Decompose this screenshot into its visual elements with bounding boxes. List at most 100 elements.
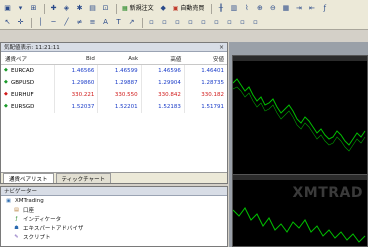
channel-icon[interactable]: ≠	[74, 17, 85, 28]
price-series	[233, 207, 366, 243]
high-cell: 1.46596	[140, 64, 185, 77]
vertical-line-icon[interactable]: │	[35, 17, 46, 28]
symbol-label: EURHUF	[11, 92, 34, 98]
low-cell: 330.182	[183, 89, 227, 101]
market-watch-icon[interactable]: ✚	[48, 3, 59, 14]
terminal-icon[interactable]: ▤	[87, 3, 98, 14]
autotrade-icon: ▣	[172, 4, 179, 12]
autoscroll-icon[interactable]: ⇥	[293, 3, 304, 14]
new-order-button[interactable]: ▦ 新規注文	[120, 3, 156, 14]
label-tool-icon[interactable]: T	[113, 17, 124, 28]
chart-window[interactable]: 16 Sep 2019 20 Sep 06:00 1 Oct 16:00 10 …	[232, 55, 368, 183]
nav-item-expert-advisors[interactable]: ☗ エキスパートアドバイザ	[1, 223, 227, 232]
table-row[interactable]: ◆ GBPUSD 1.29860 1.29887 1.29904 1.28735	[1, 77, 227, 89]
symbol-up-icon: ◆	[4, 67, 8, 73]
nav-item-indicators[interactable]: ƒ インディケータ	[1, 214, 227, 223]
text-tool-icon[interactable]: A	[100, 17, 111, 28]
accounts-icon: ▤	[14, 206, 19, 213]
arrow-tool-icon[interactable]: ↗	[126, 17, 137, 28]
ask-cell: 330.550	[97, 89, 142, 101]
close-icon[interactable]: ×	[219, 44, 224, 51]
low-cell: 1.46401	[183, 64, 227, 77]
symbol-down-icon: ◆	[4, 91, 8, 97]
chart-workspace: 16 Sep 2019 20 Sep 06:00 1 Oct 16:00 10 …	[229, 42, 368, 247]
line-chart-icon[interactable]: ⌇	[241, 3, 252, 14]
period-m1-icon[interactable]: ▫	[146, 17, 157, 28]
market-watch-tabs: 通貨ペアリスト ティックチャート	[1, 172, 227, 183]
indicators-icon[interactable]: ƒ	[319, 3, 330, 14]
expert-icon: ☗	[14, 224, 19, 231]
period-mn-icon[interactable]: ▫	[250, 17, 261, 28]
period-h1-icon[interactable]: ▫	[198, 17, 209, 28]
nav-item-label: XMTrading	[15, 197, 44, 204]
candlestick-chart[interactable]	[233, 180, 367, 246]
low-cell: 1.51791	[183, 101, 227, 113]
bid-cell: 1.52037	[54, 101, 98, 113]
navigator-icon[interactable]: ✱	[74, 3, 85, 14]
symbol-cell: ◆ EURCAD	[1, 65, 55, 78]
nav-item-label: スクリプト	[23, 234, 51, 241]
zoom-in-icon[interactable]: ⊕	[254, 3, 265, 14]
column-header-ask[interactable]: Ask	[97, 54, 142, 65]
symbol-label: EURCAD	[11, 68, 34, 74]
toolbar: ▣ ▾ ⊞ ✚ ◈ ✱ ▤ ⊡ ▦ 新規注文 ◆ ▣ 自動売買 ╫ ▥ ⌇ ⊕ …	[0, 0, 368, 30]
symbol-cell: ◆ EURHUF	[1, 89, 55, 101]
period-d1-icon[interactable]: ▫	[224, 17, 235, 28]
tile-windows-icon[interactable]: ▦	[280, 3, 291, 14]
candlestick-chart[interactable]	[233, 61, 367, 169]
period-w1-icon[interactable]: ▫	[237, 17, 248, 28]
chart-window[interactable]: XMTRAD	[232, 174, 368, 247]
chart-shift-icon[interactable]: ⇤	[306, 3, 317, 14]
horizontal-line-icon[interactable]: ─	[48, 17, 59, 28]
new-chart-icon[interactable]: ▣	[2, 3, 13, 14]
autotrade-label: 自動売買	[180, 4, 205, 12]
tab-tick-chart[interactable]: ティックチャート	[55, 173, 112, 183]
nav-item-broker[interactable]: ▣ XMTrading	[1, 196, 227, 205]
ask-cell: 1.29887	[97, 77, 142, 89]
candle-chart-icon[interactable]: ▥	[228, 3, 239, 14]
bar-chart-icon[interactable]: ╫	[215, 3, 226, 14]
autotrade-button[interactable]: ▣ 自動売買	[171, 3, 207, 14]
new-order-icon: ▦	[122, 4, 128, 12]
toolbar-separator	[31, 17, 32, 28]
navigator-panel: ナビゲーター ▣ XMTrading ▤ 口座 ƒ インディケータ ☗ エキスパ…	[0, 186, 228, 247]
period-h4-icon[interactable]: ▫	[211, 17, 222, 28]
period-m15-icon[interactable]: ▫	[172, 17, 183, 28]
tab-symbols[interactable]: 通貨ペアリスト	[3, 173, 54, 183]
cursor-icon[interactable]: ↖	[2, 17, 13, 28]
dropdown-arrow-icon[interactable]: ▾	[15, 3, 26, 14]
data-window-icon[interactable]: ◈	[61, 3, 72, 14]
symbol-label: EURSGD	[11, 104, 35, 110]
symbol-up-icon: ◆	[4, 79, 8, 85]
navigator-title: ナビゲーター	[4, 189, 38, 195]
column-header-bid[interactable]: Bid	[54, 54, 98, 65]
table-row[interactable]: ◆ EURCAD 1.46566 1.46599 1.46596 1.46401	[1, 64, 227, 78]
nav-item-label: 口座	[23, 207, 35, 214]
crosshair-icon[interactable]: ✛	[15, 17, 26, 28]
profiles-icon[interactable]: ⊞	[28, 3, 39, 14]
ask-cell: 1.46599	[97, 64, 142, 77]
zoom-out-icon[interactable]: ⊖	[267, 3, 278, 14]
period-m30-icon[interactable]: ▫	[185, 17, 196, 28]
tester-icon[interactable]: ⊡	[100, 3, 111, 14]
column-header-high[interactable]: 高値	[141, 54, 185, 65]
period-m5-icon[interactable]: ▫	[159, 17, 170, 28]
table-row[interactable]: ◆ EURHUF 330.221 330.550 330.842 330.182	[1, 89, 227, 101]
new-order-label: 新規注文	[129, 4, 154, 12]
market-watch-titlebar: 気配値表示: 11:21:11 ×	[1, 43, 227, 52]
high-cell: 1.29904	[140, 77, 185, 89]
nav-item-label: エキスパートアドバイザ	[23, 225, 84, 232]
meta-editor-icon[interactable]: ◆	[158, 3, 169, 14]
column-header-symbol[interactable]: 通貨ペア	[1, 54, 55, 65]
market-watch-table: 通貨ペア Bid Ask 高値 安値 ◆ EURCAD 1.46566 1.465…	[1, 54, 227, 113]
toolbar-row-1: ▣ ▾ ⊞ ✚ ◈ ✱ ▤ ⊡ ▦ 新規注文 ◆ ▣ 自動売買 ╫ ▥ ⌇ ⊕ …	[2, 2, 332, 15]
indicators-icon: ƒ	[15, 215, 18, 222]
table-row[interactable]: ◆ EURSGD 1.52037 1.52201 1.52183 1.51791	[1, 101, 227, 113]
trendline-icon[interactable]: ╱	[61, 17, 72, 28]
fibonacci-icon[interactable]: ≡	[87, 17, 98, 28]
column-header-low[interactable]: 安値	[184, 54, 227, 65]
toolbar-row-2: ↖ ✛ │ ─ ╱ ≠ ≡ A T ↗ ▫ ▫ ▫ ▫ ▫ ▫ ▫ ▫ ▫	[2, 16, 263, 29]
script-icon: ✎	[14, 233, 19, 240]
nav-item-scripts[interactable]: ✎ スクリプト	[1, 232, 227, 241]
nav-item-accounts[interactable]: ▤ 口座	[1, 205, 227, 214]
